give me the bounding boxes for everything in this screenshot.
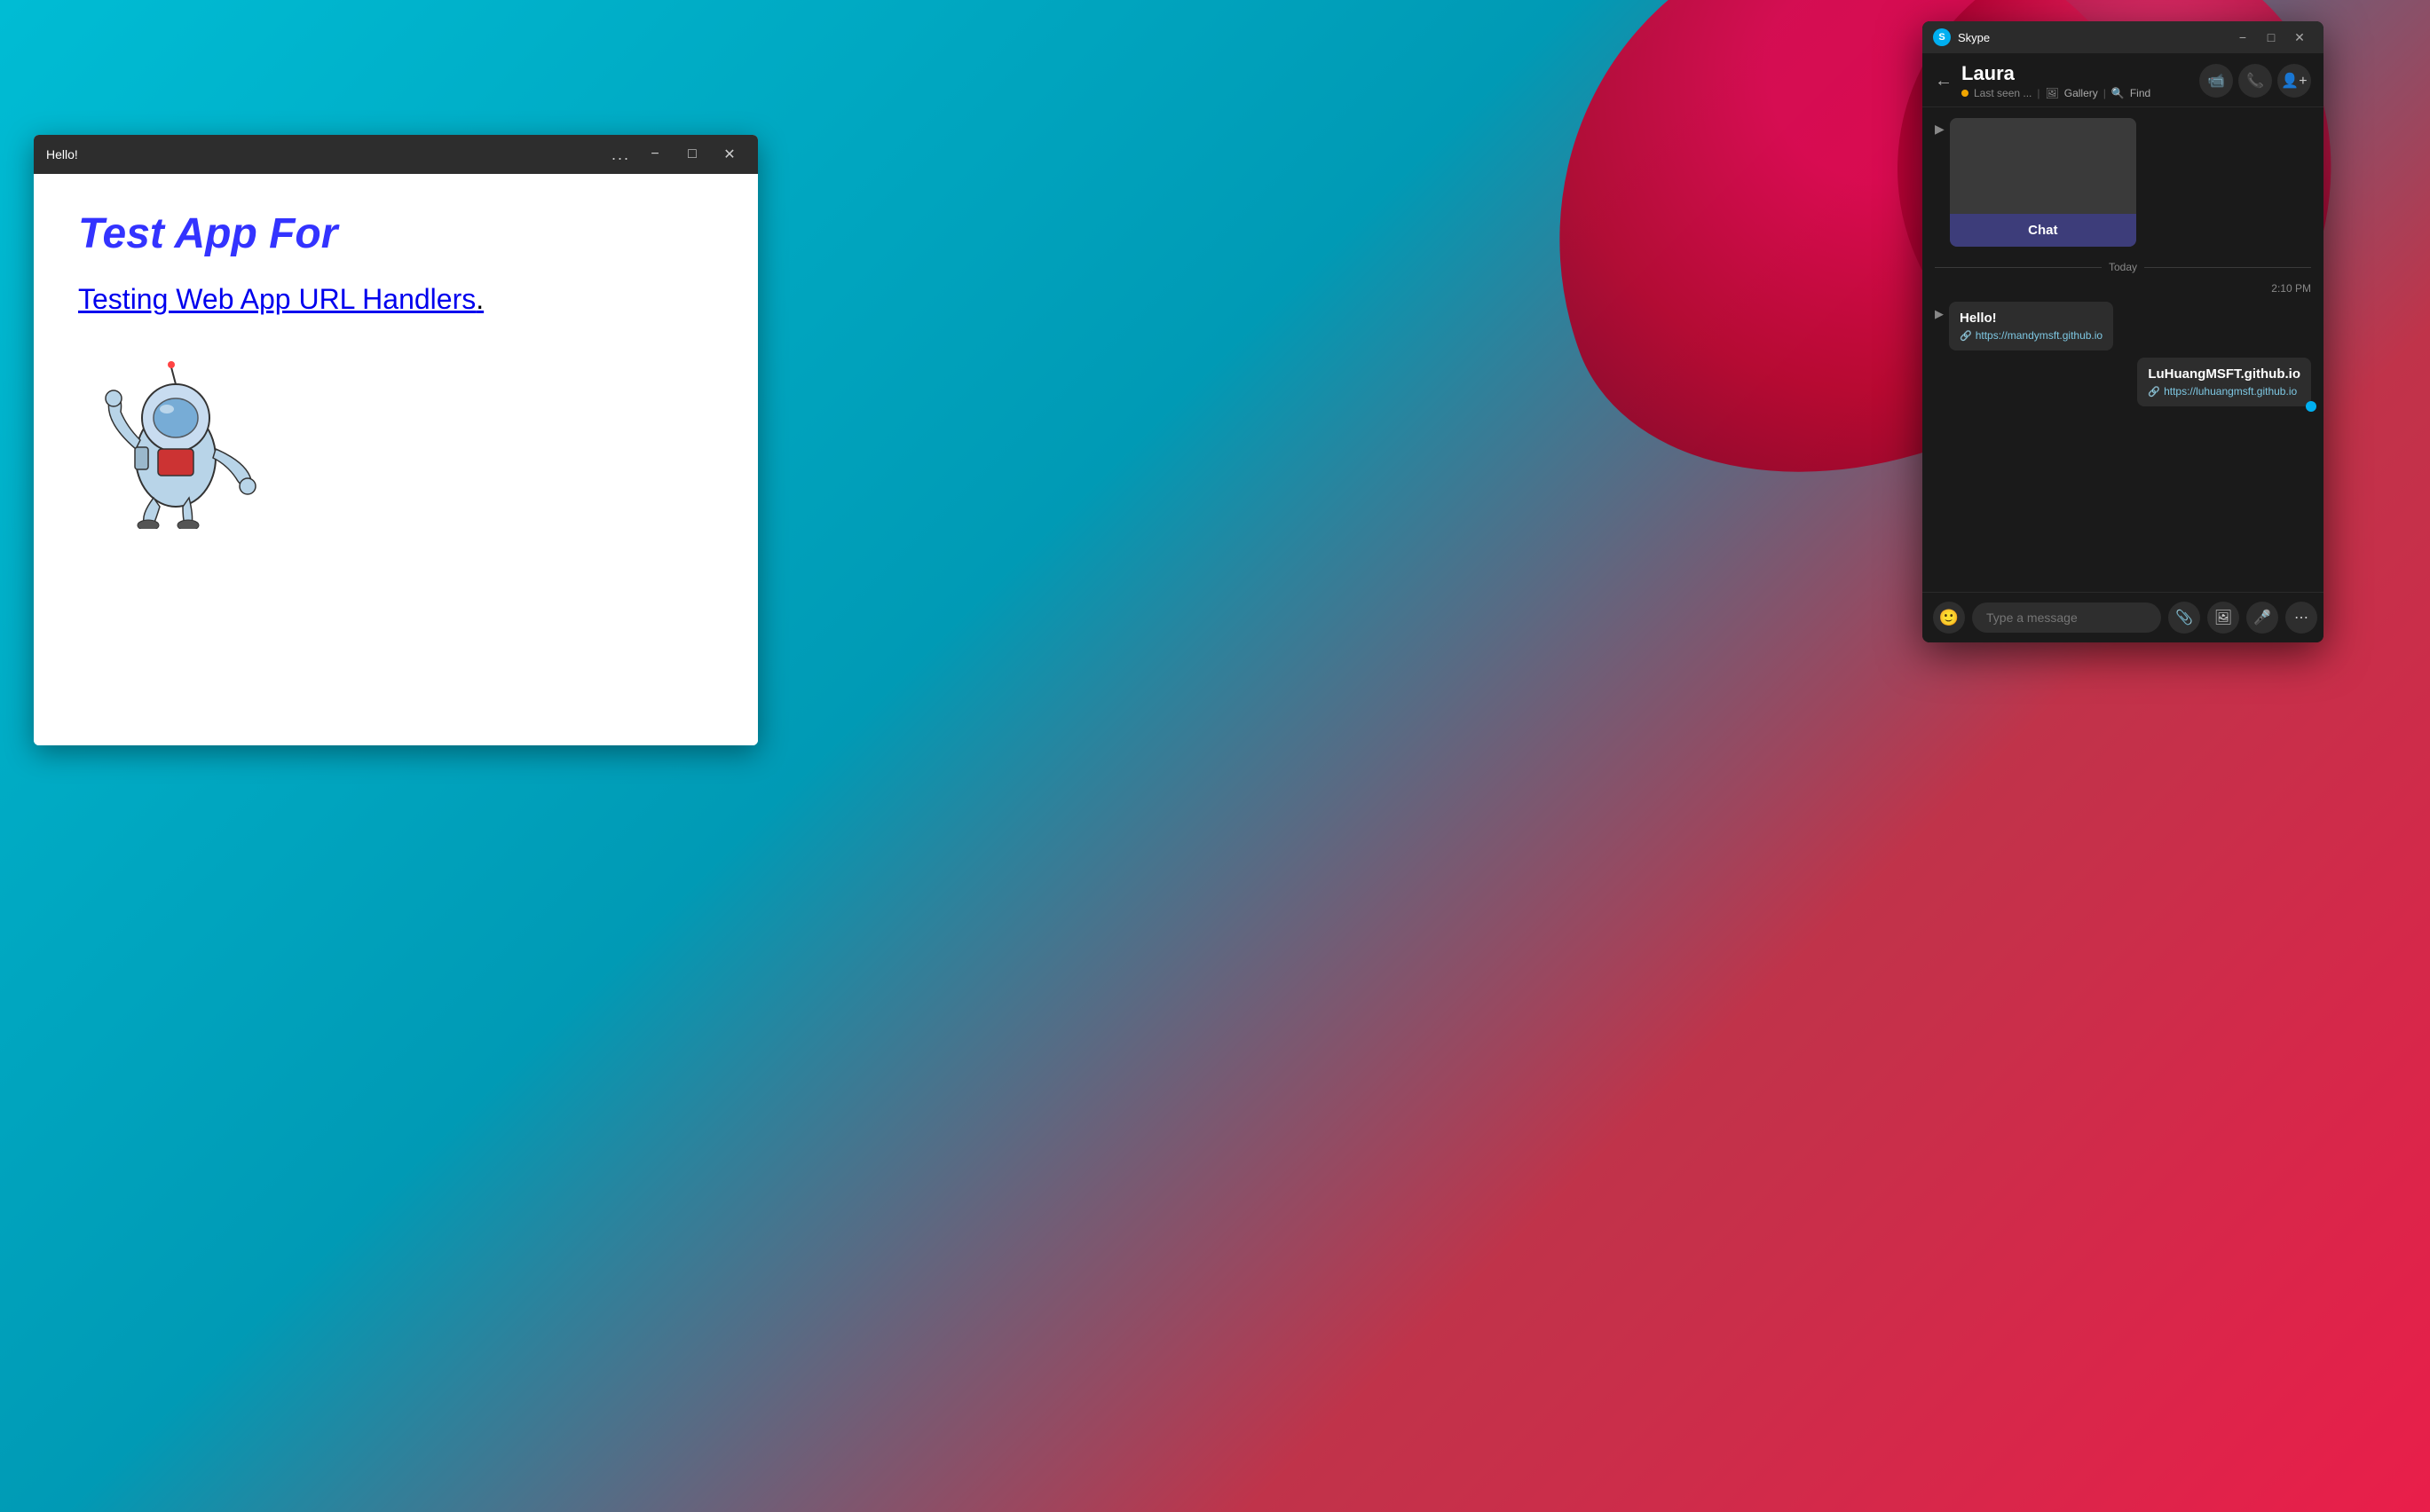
add-person-icon: 👤+: [2281, 72, 2307, 90]
chat-card-message: ▶ Chat: [1922, 107, 2323, 254]
page-title: Test App For: [78, 209, 714, 258]
link-icon-2: 🔗: [2148, 386, 2160, 398]
status-divider: |: [2037, 87, 2039, 99]
back-button[interactable]: ←: [1935, 71, 1953, 91]
chat-card-image: [1950, 118, 2136, 214]
divider-line-right: [2144, 267, 2311, 268]
image-button[interactable]: 🖼: [2207, 602, 2239, 634]
chat-card-label: Chat: [1950, 214, 2136, 247]
message-link-1[interactable]: 🔗 https://mandymsft.github.io: [1960, 329, 2103, 342]
find-label[interactable]: Find: [2130, 87, 2150, 99]
message-bubble-1: Hello! 🔗 https://mandymsft.github.io: [1949, 302, 2113, 350]
chat-card: Chat: [1950, 118, 2136, 247]
message-url-1: https://mandymsft.github.io: [1976, 329, 2103, 342]
titlebar-dots: ...: [611, 146, 630, 164]
mic-icon: 🎤: [2253, 609, 2271, 626]
hello-content: Test App For Testing Web App URL Handler…: [34, 174, 758, 745]
today-divider: Today: [1922, 254, 2323, 280]
web-app-link[interactable]: Testing Web App URL Handlers: [78, 283, 484, 315]
gallery-label[interactable]: Gallery: [2064, 87, 2098, 99]
message-timestamp: 2:10 PM: [1922, 280, 2323, 298]
voice-call-button[interactable]: 📞: [2238, 64, 2272, 98]
message-link-2[interactable]: 🔗 https://luhuangmsft.github.io: [2148, 385, 2300, 398]
more-icon: ⋯: [2294, 609, 2308, 626]
skype-app-title: Skype: [1958, 31, 2229, 44]
skype-header: ← Laura Last seen ... | 🖼 Gallery | 🔍 Fi…: [1922, 53, 2323, 107]
microphone-button[interactable]: 🎤: [2246, 602, 2278, 634]
status-dot-icon: [1961, 90, 1968, 97]
maximize-button[interactable]: □: [676, 141, 708, 168]
gallery-icon: 🖼: [2046, 87, 2059, 99]
video-icon: 📹: [2207, 72, 2225, 90]
astronaut-illustration: [78, 351, 273, 529]
last-seen-text: Last seen ...: [1974, 87, 2032, 99]
message-row-1: ▶ Hello! 🔗 https://mandymsft.github.io: [1922, 298, 2323, 354]
skype-minimize-button[interactable]: −: [2229, 26, 2256, 49]
file-icon: 📎: [2175, 609, 2193, 626]
contact-info: Laura Last seen ... | 🖼 Gallery | 🔍 Find: [1961, 62, 2199, 99]
image-icon: 🖼: [2214, 609, 2232, 626]
hello-titlebar: Hello! ... − □ ✕: [34, 135, 758, 174]
more-options-button[interactable]: ⋯: [2285, 602, 2317, 634]
skype-titlebar: S Skype − □ ✕: [1922, 21, 2323, 53]
skype-close-button[interactable]: ✕: [2286, 26, 2313, 49]
link-icon-1: 🔗: [1960, 330, 1972, 342]
emoji-icon: 🙂: [1939, 609, 1959, 627]
hello-app-window: Hello! ... − □ ✕ Test App For Testing We…: [34, 135, 758, 745]
titlebar-controls: − □ ✕: [639, 141, 746, 168]
skype-maximize-button[interactable]: □: [2258, 26, 2284, 49]
hello-window-title: Hello!: [46, 147, 611, 161]
message-input-bar: 🙂 📎 🖼 🎤 ⋯: [1922, 592, 2323, 642]
header-actions: 📹 📞 👤+: [2199, 64, 2311, 98]
skype-window: S Skype − □ ✕ ← Laura Last seen ... | 🖼 …: [1922, 21, 2323, 642]
send-icon: ▶: [1935, 122, 1945, 137]
message-url-2: https://luhuangmsft.github.io: [2164, 385, 2297, 398]
chat-area[interactable]: ▶ Chat Today 2:10 PM ▶ Hello! 🔗 https://…: [1922, 107, 2323, 592]
add-contact-button[interactable]: 👤+: [2277, 64, 2311, 98]
message-input[interactable]: [1972, 602, 2161, 633]
contact-status: Last seen ... | 🖼 Gallery | 🔍 Find: [1961, 87, 2199, 99]
skype-window-controls: − □ ✕: [2229, 26, 2313, 49]
status-divider-2: |: [2103, 87, 2106, 99]
message-text-1: Hello!: [1960, 311, 2103, 326]
video-call-button[interactable]: 📹: [2199, 64, 2233, 98]
divider-line-left: [1935, 267, 2102, 268]
message-row-2: LuHuangMSFT.github.io 🔗 https://luhuangm…: [1922, 354, 2323, 410]
minimize-button[interactable]: −: [639, 141, 671, 168]
contact-name: Laura: [1961, 62, 2199, 85]
today-label: Today: [2109, 261, 2137, 273]
message-text-2: LuHuangMSFT.github.io: [2148, 366, 2300, 382]
emoji-button[interactable]: 🙂: [1933, 602, 1965, 634]
skype-logo-icon: S: [1933, 28, 1951, 46]
find-icon: 🔍: [2111, 87, 2125, 99]
close-button[interactable]: ✕: [714, 141, 746, 168]
message-bubble-2: LuHuangMSFT.github.io 🔗 https://luhuangm…: [2137, 358, 2311, 406]
phone-icon: 📞: [2246, 72, 2264, 90]
file-attach-button[interactable]: 📎: [2168, 602, 2200, 634]
message-play-icon-1: ▶: [1935, 307, 1944, 321]
